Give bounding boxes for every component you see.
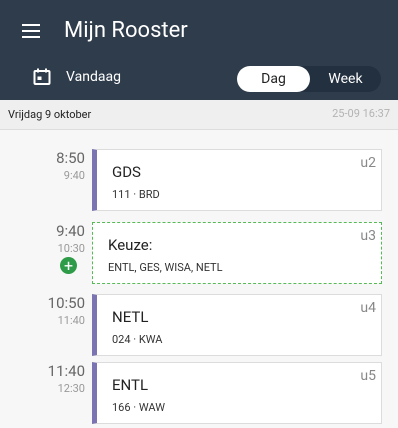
lesson-end-time: 10:30 — [57, 242, 85, 255]
lesson-card[interactable]: ENTL 166 · WAW u5 — [92, 362, 382, 424]
lesson-row: 8:50 9:40 GDS 111 · BRD u2 — [0, 149, 398, 215]
lesson-row: 10:50 11:40 NETL 024 · KWA u4 — [0, 294, 398, 360]
view-week-button[interactable]: Week — [310, 66, 381, 92]
lesson-start-time: 9:40 — [56, 222, 85, 240]
lesson-hour: u5 — [360, 368, 376, 384]
lesson-room-teacher: 024 · KWA — [112, 333, 163, 346]
lesson-row: 9:40 10:30 + Keuze: ENTL, GES, WISA, NET… — [0, 222, 398, 288]
lesson-end-time: 9:40 — [63, 169, 85, 182]
lesson-card[interactable]: GDS 111 · BRD u2 — [92, 149, 382, 211]
app-bar: Mijn Rooster Vandaag Dag Week — [0, 0, 398, 100]
view-day-button[interactable]: Dag — [237, 66, 310, 92]
lesson-subject: ENTL — [112, 376, 149, 394]
lesson-choice-options: ENTL, GES, WISA, NETL — [108, 261, 223, 274]
lesson-start-time: 10:50 — [47, 294, 85, 312]
current-date: Vrijdag 9 oktober — [8, 108, 92, 121]
lesson-end-time: 11:40 — [57, 314, 85, 327]
lesson-start-time: 8:50 — [56, 149, 85, 167]
lesson-card[interactable]: NETL 024 · KWA u4 — [92, 294, 382, 356]
choice-lesson-card[interactable]: Keuze: ENTL, GES, WISA, NETL u3 — [92, 222, 382, 284]
date-bar: Vrijdag 9 oktober 25-09 16:37 — [0, 100, 398, 130]
calendar-icon[interactable] — [33, 68, 51, 86]
today-button[interactable]: Vandaag — [66, 69, 121, 85]
lesson-start-time: 11:40 — [47, 362, 85, 380]
menu-icon[interactable] — [22, 24, 42, 38]
lesson-subject: NETL — [112, 308, 149, 326]
lesson-end-time: 12:30 — [57, 382, 85, 395]
lesson-hour: u2 — [360, 155, 376, 171]
page-title: Mijn Rooster — [64, 18, 188, 43]
lesson-hour: u3 — [360, 228, 376, 244]
lesson-row: 11:40 12:30 ENTL 166 · WAW u5 — [0, 362, 398, 428]
lesson-subject: GDS — [112, 163, 141, 181]
view-toggle[interactable]: Dag Week — [237, 66, 381, 92]
lesson-subject: Keuze: — [108, 236, 153, 254]
lesson-hour: u4 — [360, 300, 376, 316]
last-updated: 25-09 16:37 — [332, 107, 390, 120]
lesson-room-teacher: 166 · WAW — [112, 401, 165, 414]
plus-icon[interactable]: + — [60, 257, 77, 274]
lesson-room-teacher: 111 · BRD — [112, 188, 160, 201]
